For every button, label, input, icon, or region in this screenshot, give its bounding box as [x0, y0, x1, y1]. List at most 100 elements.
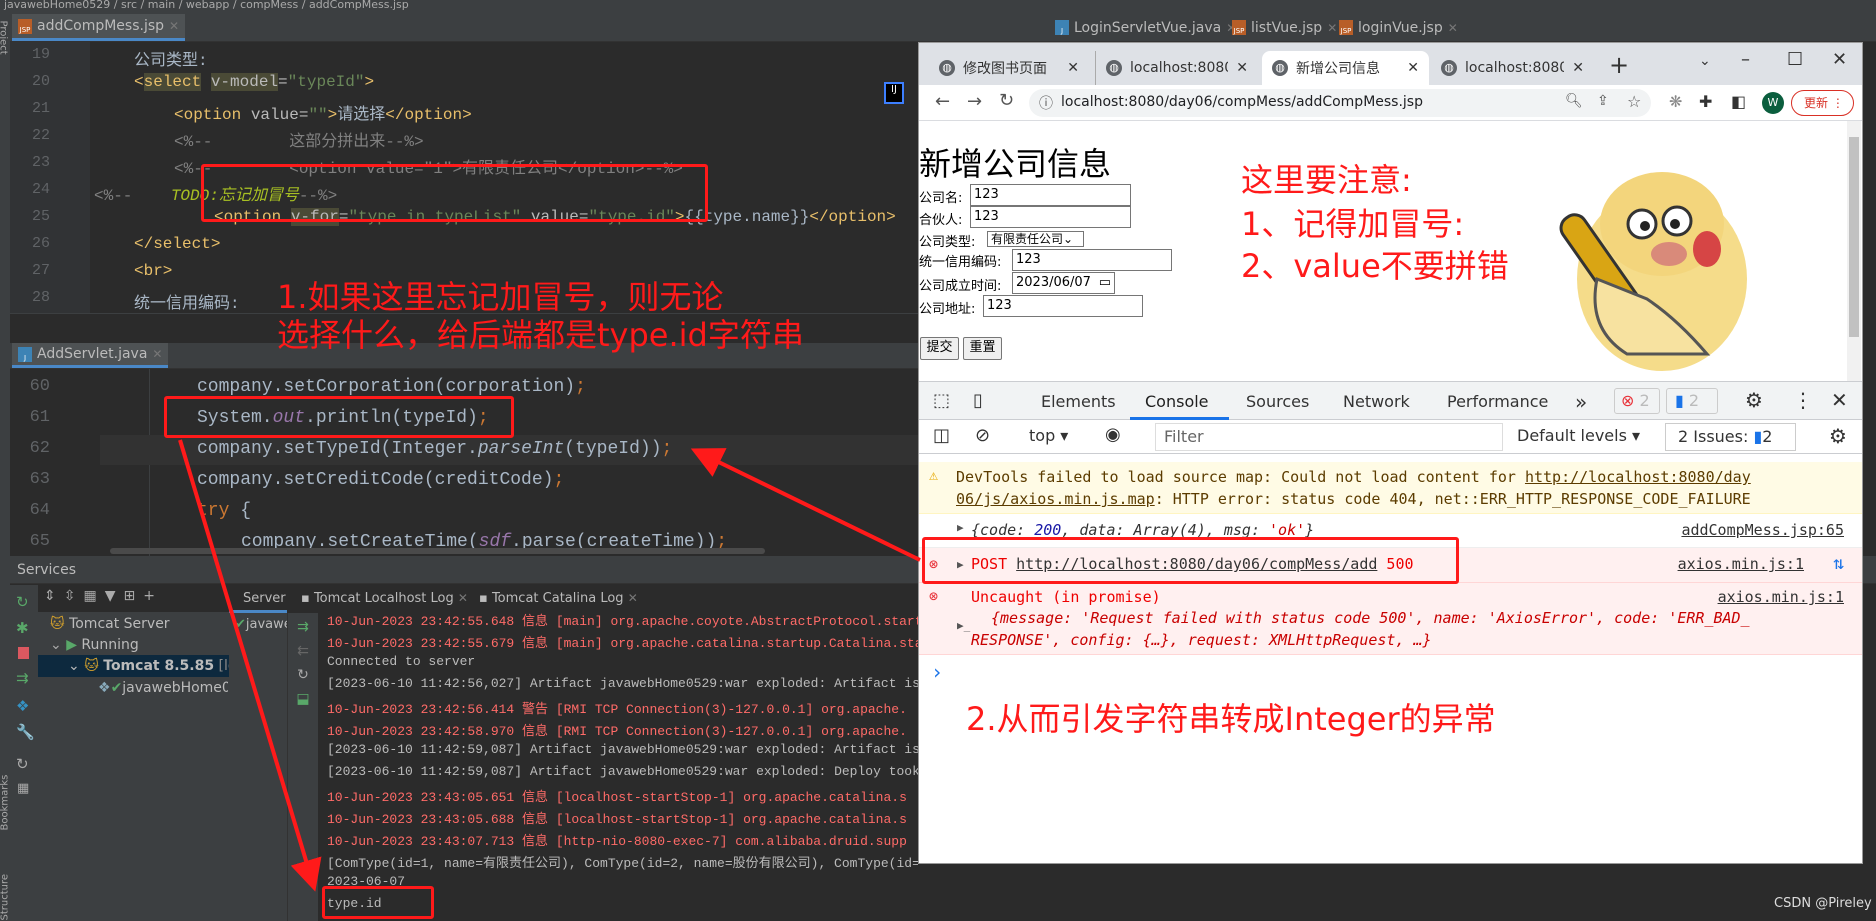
tab-sources[interactable]: Sources	[1246, 392, 1309, 411]
live-expression-eye-icon[interactable]: ◉	[1105, 424, 1121, 445]
credit-code-input[interactable]: 123	[1012, 249, 1172, 271]
close-icon[interactable]: ✕	[1067, 60, 1079, 76]
info-count-badge[interactable]: ▮ 2	[1666, 388, 1718, 414]
tab-elements[interactable]: Elements	[1041, 392, 1116, 411]
expand-icon[interactable]: ▶	[957, 521, 964, 534]
horizontal-scrollbar[interactable]	[110, 548, 765, 554]
company-name-input[interactable]: 123	[970, 184, 1131, 206]
tab-search-icon[interactable]: ⌄	[1699, 53, 1711, 69]
code-line[interactable]: <select v-model="typeId">	[134, 73, 374, 91]
stop-icon[interactable]	[18, 647, 29, 659]
close-icon[interactable]: ✕	[1236, 60, 1248, 76]
submit-button[interactable]: 提交	[920, 337, 959, 360]
partner-input[interactable]: 123	[970, 206, 1131, 228]
new-tab-icon[interactable]: ⊞	[123, 588, 143, 604]
tab-tomcat-catalina-log[interactable]: ▪ Tomcat Catalina Log ✕	[479, 591, 638, 606]
debug-icon[interactable]: ✱	[16, 619, 29, 637]
browser-tab-active[interactable]: ◍ 新增公司信息 ✕	[1262, 51, 1429, 85]
create-date-input[interactable]: 2023/06/07 ▭	[1012, 272, 1115, 294]
inspect-element-icon[interactable]: ⬚	[933, 390, 950, 411]
breadcrumb[interactable]: javawebHome0529 / src / main / webapp / …	[0, 0, 1876, 14]
device-toolbar-icon[interactable]: ▯	[973, 390, 983, 411]
more-tabs-icon[interactable]: »	[1575, 390, 1587, 414]
tab-performance[interactable]: Performance	[1447, 392, 1548, 411]
deploy-icon[interactable]: ⇉	[16, 669, 29, 687]
code-line[interactable]: company.setCorporation(corporation);	[197, 377, 586, 397]
intellij-badge-icon[interactable]: IJ	[884, 82, 904, 104]
source-link[interactable]: addCompMess.jsp:65	[1681, 521, 1844, 539]
address-input[interactable]: 123	[983, 295, 1143, 317]
artifact-icon[interactable]: ❖	[16, 697, 29, 715]
source-link[interactable]: axios.min.js:1	[1678, 555, 1804, 573]
browser-tab[interactable]: ◍ localhost:8080/da ✕	[1431, 51, 1594, 85]
tab-addcompmess-jsp[interactable]: JSP addCompMess.jsp ✕	[12, 14, 186, 41]
refresh-icon[interactable]: ↻	[288, 667, 318, 683]
code-line[interactable]: try {	[197, 501, 251, 521]
tree-item-running[interactable]: ⌄ ▶ Running	[50, 637, 139, 653]
sidebar-toggle-icon[interactable]: ◫	[933, 425, 950, 446]
forward-icon[interactable]: →	[967, 91, 982, 112]
add-icon[interactable]: +	[143, 588, 163, 604]
tab-loginservletvue-java[interactable]: JLoginServletVue.java✕	[1049, 14, 1242, 41]
code-line[interactable]: company.setCreditCode(creditCode);	[197, 470, 564, 490]
expand-all-icon[interactable]: ⇕	[44, 588, 64, 604]
close-icon[interactable]: ✕	[1572, 60, 1584, 76]
code-line[interactable]: <%-- 这部分拼出来--%>	[174, 127, 424, 151]
structure-tool-tab[interactable]: Structure	[0, 851, 11, 921]
code-line[interactable]: 公司类型:	[134, 46, 208, 70]
new-tab-button[interactable]: +	[1609, 51, 1629, 79]
close-icon[interactable]: ✕	[169, 19, 179, 33]
code-line[interactable]: <option value="">请选择</option>	[174, 100, 472, 124]
network-request-icon[interactable]: ⇅	[1833, 553, 1844, 574]
avatar[interactable]: W	[1762, 92, 1784, 114]
tab-addservlet-java[interactable]: J AddServlet.java ✕	[12, 343, 169, 368]
tree-item-tomcat-server[interactable]: 🐱 Tomcat Server	[50, 616, 170, 632]
source-link[interactable]: axios.min.js:1	[1718, 588, 1844, 606]
minimize-button[interactable]: –	[1741, 49, 1750, 70]
console-prompt[interactable]: ›	[931, 660, 943, 684]
puzzle-icon[interactable]: ✚	[1699, 92, 1712, 111]
share-icon[interactable]: ⇪	[1597, 93, 1609, 109]
back-icon[interactable]: ←	[935, 91, 950, 112]
browser-tab[interactable]: ◍ localhost:8080/da ✕	[1095, 51, 1258, 85]
close-window-button[interactable]: ✕	[1832, 49, 1847, 70]
server-artifact-label[interactable]: javawebHome0529	[246, 617, 287, 632]
layout-icon[interactable]: ▦	[17, 781, 29, 796]
console-settings-gear-icon[interactable]: ⚙	[1829, 424, 1847, 448]
update-button[interactable]: 更新 ⋮	[1791, 90, 1854, 116]
close-icon[interactable]: ✕	[1407, 60, 1419, 76]
log-levels-dropdown[interactable]: Default levels ▾	[1517, 426, 1640, 445]
context-selector[interactable]: top ▾	[1029, 426, 1068, 445]
more-options-icon[interactable]: ⋮	[1793, 388, 1813, 412]
collapse-all-icon[interactable]: ⇳	[64, 588, 84, 604]
tab-console[interactable]: Console	[1145, 392, 1209, 411]
zoom-icon[interactable]: 🔍︎	[1565, 93, 1583, 109]
info-icon[interactable]: ⓘ	[1039, 93, 1053, 113]
tree-item-tomcat-instance[interactable]: ⌄ 🐱 Tomcat 8.5.85 [local]	[38, 655, 262, 677]
code-line[interactable]: <br>	[134, 262, 172, 280]
console-error-row-uncaught[interactable]: ⊗ Uncaught (in promise) axios.min.js:1 ▶…	[919, 583, 1862, 655]
close-icon[interactable]: ✕	[152, 347, 162, 361]
address-bar[interactable]: ⓘ localhost:8080/day06/compMess/addCompM…	[1029, 89, 1651, 117]
maximize-button[interactable]: ☐	[1787, 49, 1803, 70]
close-icon[interactable]: ✕	[1448, 21, 1458, 35]
tab-listvue-jsp[interactable]: JSP listVue.jsp ✕	[1226, 14, 1343, 41]
bookmark-star-icon[interactable]: ☆	[1627, 92, 1641, 111]
close-icon[interactable]: ✕	[628, 591, 638, 605]
tab-network[interactable]: Network	[1343, 392, 1410, 411]
settings-gear-icon[interactable]: ⚙	[1745, 388, 1763, 412]
tree-item-artifact[interactable]: ❖✔javawebHome0529:war exploded	[98, 680, 228, 696]
bookmarks-tool-tab[interactable]: Bookmarks	[0, 761, 11, 831]
tab-server[interactable]: Server	[243, 591, 286, 606]
group-icon[interactable]: ▦	[83, 588, 104, 604]
tab-tomcat-localhost-log[interactable]: ▪ Tomcat Localhost Log ✕	[301, 591, 468, 606]
undeploy-icon[interactable]: ⇇	[288, 643, 318, 659]
update-icon[interactable]: ⬓	[288, 691, 318, 707]
sidepanel-icon[interactable]: ◧	[1731, 92, 1746, 111]
error-count-badge[interactable]: ⊗ 2	[1614, 388, 1660, 414]
console-filter-input[interactable]: Filter	[1155, 423, 1503, 451]
expand-icon[interactable]: ▶_	[957, 619, 970, 632]
tab-loginvue-jsp[interactable]: JSP loginVue.jsp ✕	[1333, 14, 1464, 41]
warning-link[interactable]: http://localhost:8080/day	[1525, 468, 1751, 486]
calendar-icon[interactable]: ▭	[1099, 273, 1111, 293]
